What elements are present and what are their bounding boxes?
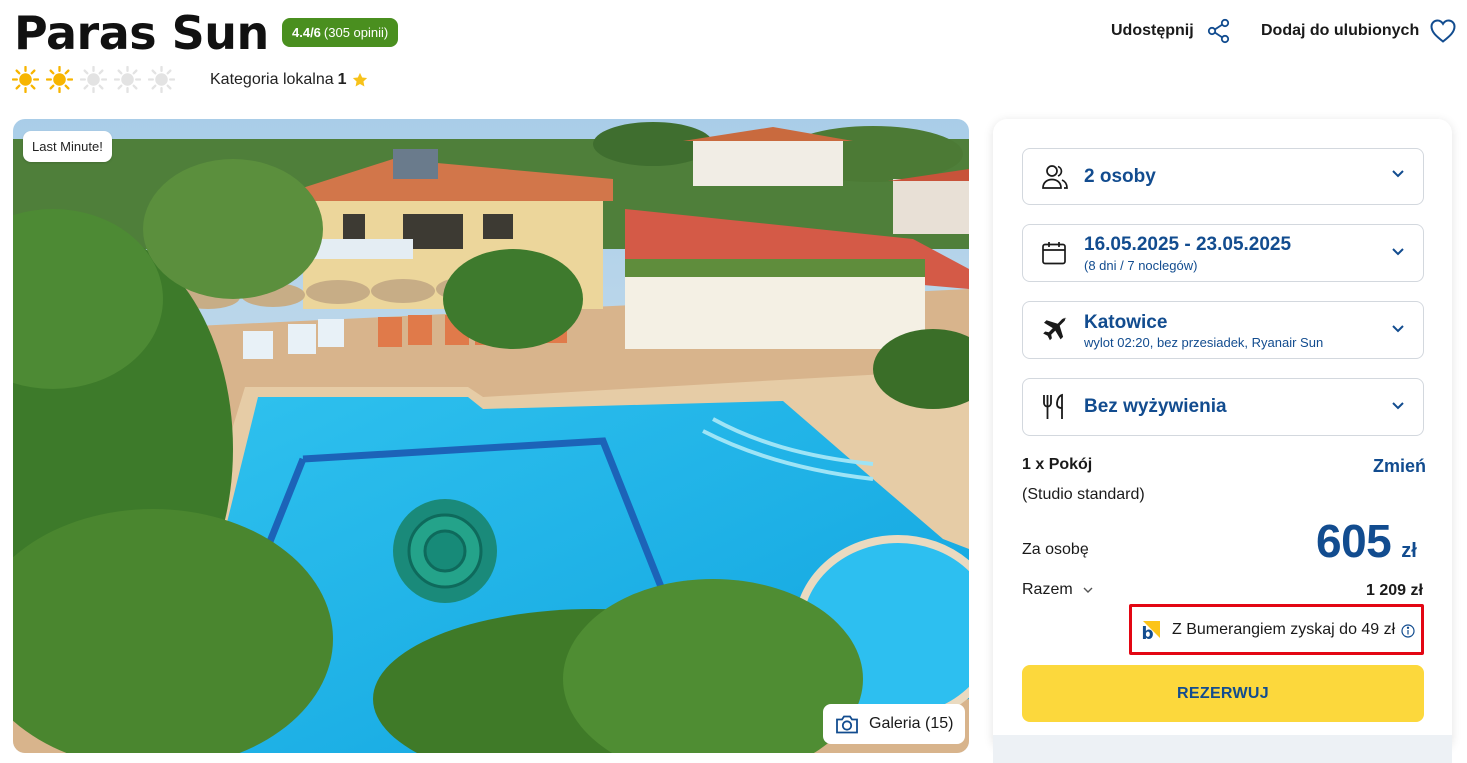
pool-illustration (13, 119, 969, 753)
camera-icon (836, 715, 858, 734)
info-icon[interactable] (1401, 624, 1415, 638)
local-category: Kategoria lokalna 1 (210, 71, 369, 89)
bumerang-logo-icon: b (1142, 620, 1160, 643)
sun-icon-empty (148, 66, 175, 93)
departure-value: Katowice (1084, 312, 1168, 333)
total-toggle[interactable]: Razem (1022, 581, 1093, 599)
bumerang-promo: b Z Bumerangiem zyskaj do 49 zł (1129, 604, 1424, 655)
rating-badge[interactable]: 4.4/6 (305 opinii) (282, 18, 399, 47)
per-person-label: Za osobę (1022, 541, 1089, 558)
hotel-name: Paras Sun (14, 6, 269, 60)
rating-score: 4.4/6 (292, 25, 321, 40)
total-price: 1 209 zł (1366, 582, 1423, 599)
panel-footer-strip (993, 735, 1452, 763)
departure-select[interactable]: Katowice wylot 02:20, bez przesiadek, Ry… (1022, 301, 1424, 359)
category-label: Kategoria lokalna (210, 71, 334, 88)
chevron-down-icon (1392, 248, 1404, 256)
category-value: 1 (337, 71, 347, 88)
meals-select[interactable]: Bez wyżywienia (1022, 378, 1424, 436)
dates-value: 16.05.2025 - 23.05.2025 (1084, 234, 1292, 255)
dates-select[interactable]: 16.05.2025 - 23.05.2025 (8 dni / 7 nocle… (1022, 224, 1424, 282)
reserve-button[interactable]: REZERWUJ (1022, 665, 1424, 722)
sun-icon-filled (46, 66, 73, 93)
room-type: (Studio standard) (1022, 486, 1145, 503)
share-button[interactable]: Udostępnij (1111, 18, 1232, 44)
sun-icon-filled (12, 66, 39, 93)
hotel-main-photo[interactable] (13, 119, 969, 753)
cutlery-icon (1043, 393, 1063, 419)
departure-sub: wylot 02:20, bez przesiadek, Ryanair Sun (1084, 335, 1324, 350)
chevron-down-icon (1392, 325, 1404, 333)
meals-value: Bez wyżywienia (1084, 396, 1227, 417)
heart-icon (1430, 19, 1456, 43)
share-icon (1207, 18, 1229, 44)
svg-text:b: b (1142, 624, 1154, 643)
dates-sub: (8 dni / 7 noclegów) (1084, 258, 1198, 273)
room-summary: 1 x Pokój (1022, 456, 1093, 473)
users-icon (1042, 165, 1068, 189)
last-minute-badge: Last Minute! (23, 131, 112, 162)
calendar-icon (1042, 242, 1066, 265)
airplane-icon (1043, 317, 1067, 341)
star-icon (352, 72, 367, 87)
price-currency: zł (1401, 540, 1417, 562)
rating-count: (305 opinii) (323, 25, 389, 40)
favorite-button[interactable]: Dodaj do ulubionych (1261, 18, 1457, 44)
sun-icon-empty (114, 66, 141, 93)
gallery-label: Galeria (15) (869, 715, 954, 732)
gallery-button[interactable]: Galeria (15) (823, 704, 966, 744)
sun-icon-empty (80, 66, 107, 93)
persons-select[interactable]: 2 osoby (1022, 148, 1424, 205)
total-label: Razem (1022, 581, 1073, 598)
chevron-down-icon (1083, 587, 1093, 593)
chevron-down-icon (1392, 402, 1404, 410)
price-per-person: 605 zł (1316, 514, 1417, 568)
favorite-label: Dodaj do ulubionych (1261, 22, 1420, 39)
share-label: Udostępnij (1111, 22, 1194, 39)
price-amount: 605 (1316, 515, 1392, 567)
promo-text: Z Bumerangiem zyskaj do 49 zł (1172, 620, 1396, 638)
sun-rating (12, 66, 175, 93)
chevron-down-icon (1392, 170, 1404, 178)
change-room-link[interactable]: Zmień (1373, 456, 1426, 477)
persons-value: 2 osoby (1084, 166, 1156, 187)
